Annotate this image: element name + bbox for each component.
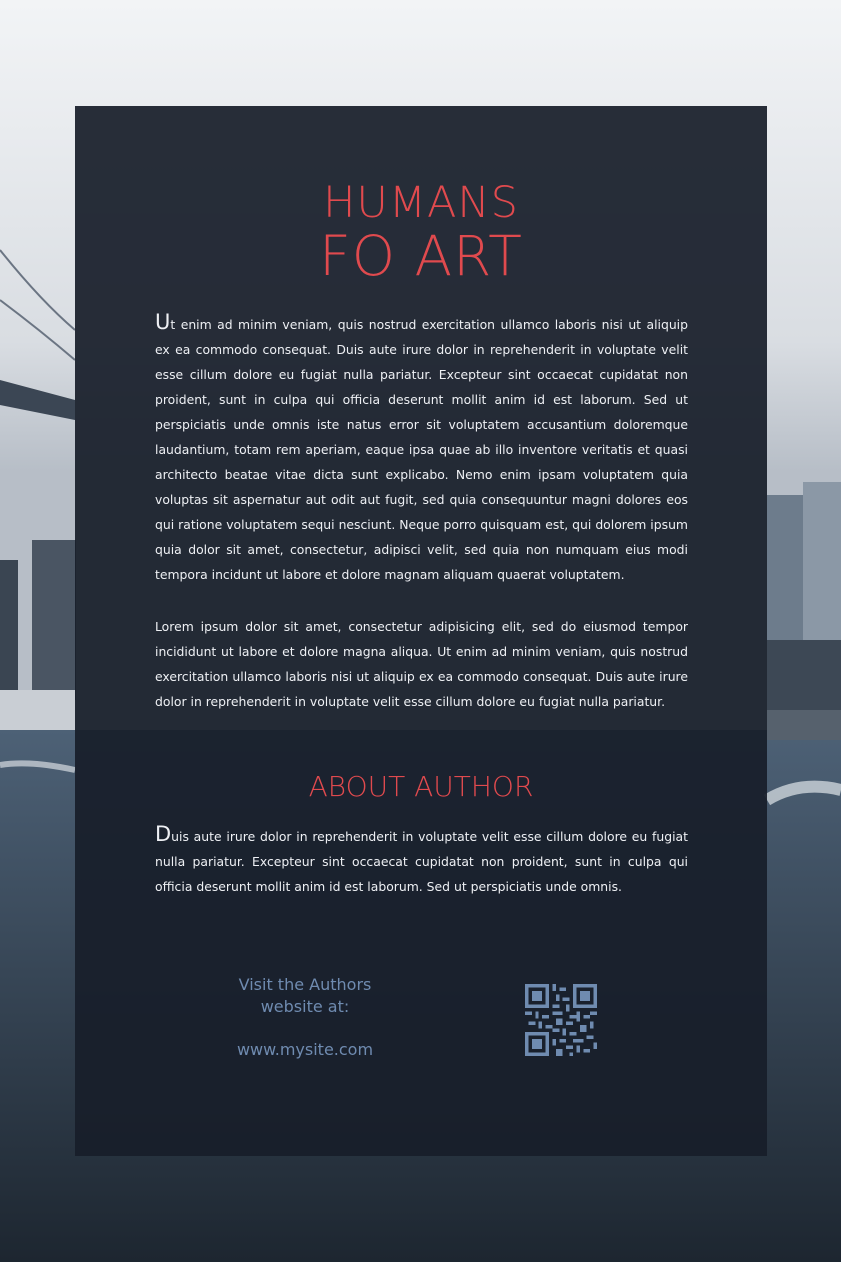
content-panel: HUMANS FO ART Ut enim ad minim veniam, q… <box>75 106 767 1156</box>
intro-paragraph-1: Ut enim ad minim veniam, quis nostrud ex… <box>155 312 688 587</box>
visit-label-line-2: website at: <box>260 997 350 1016</box>
visit-label-line-1: Visit the Authors <box>238 975 372 994</box>
about-author-heading: ABOUT AUTHOR <box>308 770 534 803</box>
title-line-1: HUMANS <box>323 178 519 228</box>
title-line-2: FO ART <box>319 224 523 288</box>
intro-paragraph-2: Lorem ipsum dolor sit amet, consectetur … <box>155 619 688 709</box>
intro-paragraph-1-text: t enim ad minim veniam, quis nostrud exe… <box>155 317 688 582</box>
dropcap: U <box>155 310 171 334</box>
about-author-paragraph: Duis aute irure dolor in reprehenderit i… <box>155 824 688 899</box>
website-link[interactable]: www.mysite.com <box>215 1039 395 1061</box>
visit-label: Visit the Authors website at: <box>215 974 395 1018</box>
about-author-text: uis aute irure dolor in reprehenderit in… <box>155 829 688 894</box>
dropcap: D <box>155 822 172 846</box>
qr-code-icon[interactable] <box>525 984 597 1056</box>
